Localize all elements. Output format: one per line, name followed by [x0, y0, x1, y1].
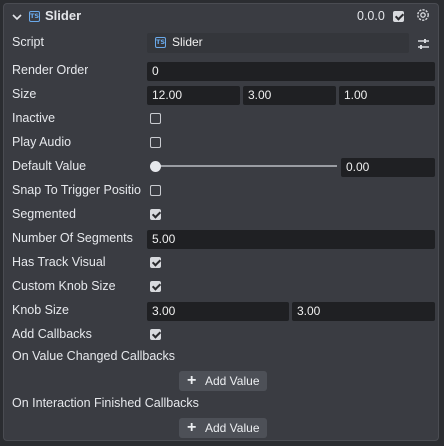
- default-value-slider-track[interactable]: [154, 165, 337, 167]
- on-value-changed-label: On Value Changed Callbacks: [12, 349, 176, 363]
- add-value-changed-callback-button[interactable]: + Add Value: [179, 371, 267, 391]
- add-value-label: Add Value: [205, 374, 260, 388]
- inactive-label: Inactive: [12, 111, 56, 125]
- sliders-settings-icon[interactable]: [417, 37, 430, 49]
- add-callbacks-label: Add Callbacks: [12, 327, 92, 341]
- render-order-label: Render Order: [12, 63, 89, 77]
- add-callbacks-checkbox[interactable]: [150, 329, 161, 340]
- size-label: Size: [12, 87, 37, 101]
- script-field[interactable]: TS Slider: [147, 33, 409, 53]
- plus-icon: +: [187, 372, 197, 389]
- custom-knob-size-label: Custom Knob Size: [12, 279, 116, 293]
- play-audio-label: Play Audio: [12, 135, 72, 149]
- size-y-input[interactable]: 3.00: [243, 86, 336, 105]
- has-track-visual-label: Has Track Visual: [12, 255, 106, 269]
- number-of-segments-label: Number Of Segments: [12, 231, 133, 245]
- number-of-segments-input[interactable]: 5.00: [147, 230, 435, 249]
- segmented-label: Segmented: [12, 207, 76, 221]
- add-interaction-finished-callback-button[interactable]: + Add Value: [179, 418, 267, 438]
- render-order-input[interactable]: 0: [147, 62, 435, 81]
- version-label: 0.0.0: [357, 9, 385, 23]
- ts-file-icon: TS: [155, 37, 166, 48]
- play-audio-checkbox[interactable]: [150, 137, 161, 148]
- default-value-label: Default Value: [12, 159, 87, 173]
- gear-icon[interactable]: [415, 7, 431, 23]
- component-title: Slider: [45, 8, 82, 23]
- default-value-slider-knob[interactable]: [150, 161, 161, 172]
- script-value: Slider: [172, 35, 203, 49]
- component-enabled-checkbox[interactable]: [393, 11, 404, 22]
- size-z-input[interactable]: 1.00: [339, 86, 435, 105]
- has-track-visual-checkbox[interactable]: [150, 257, 161, 268]
- default-value-input[interactable]: 0.00: [341, 158, 435, 177]
- collapse-chevron-icon[interactable]: [11, 10, 23, 22]
- on-interaction-finished-label: On Interaction Finished Callbacks: [12, 396, 199, 410]
- plus-icon: +: [187, 419, 197, 436]
- script-label: Script: [12, 35, 44, 49]
- segmented-checkbox[interactable]: [150, 209, 161, 220]
- inactive-checkbox[interactable]: [150, 113, 161, 124]
- snap-to-trigger-label: Snap To Trigger Positio: [12, 183, 142, 197]
- knob-size-label: Knob Size: [12, 303, 69, 317]
- slider-component-panel: TS Slider 0.0.0 Script TS Slider Render …: [3, 3, 439, 441]
- snap-to-trigger-checkbox[interactable]: [150, 185, 161, 196]
- size-x-input[interactable]: 12.00: [147, 86, 240, 105]
- knob-size-y-input[interactable]: 3.00: [292, 302, 435, 321]
- custom-knob-size-checkbox[interactable]: [150, 281, 161, 292]
- ts-file-icon: TS: [29, 11, 40, 22]
- knob-size-x-input[interactable]: 3.00: [147, 302, 289, 321]
- add-value-label: Add Value: [205, 421, 260, 435]
